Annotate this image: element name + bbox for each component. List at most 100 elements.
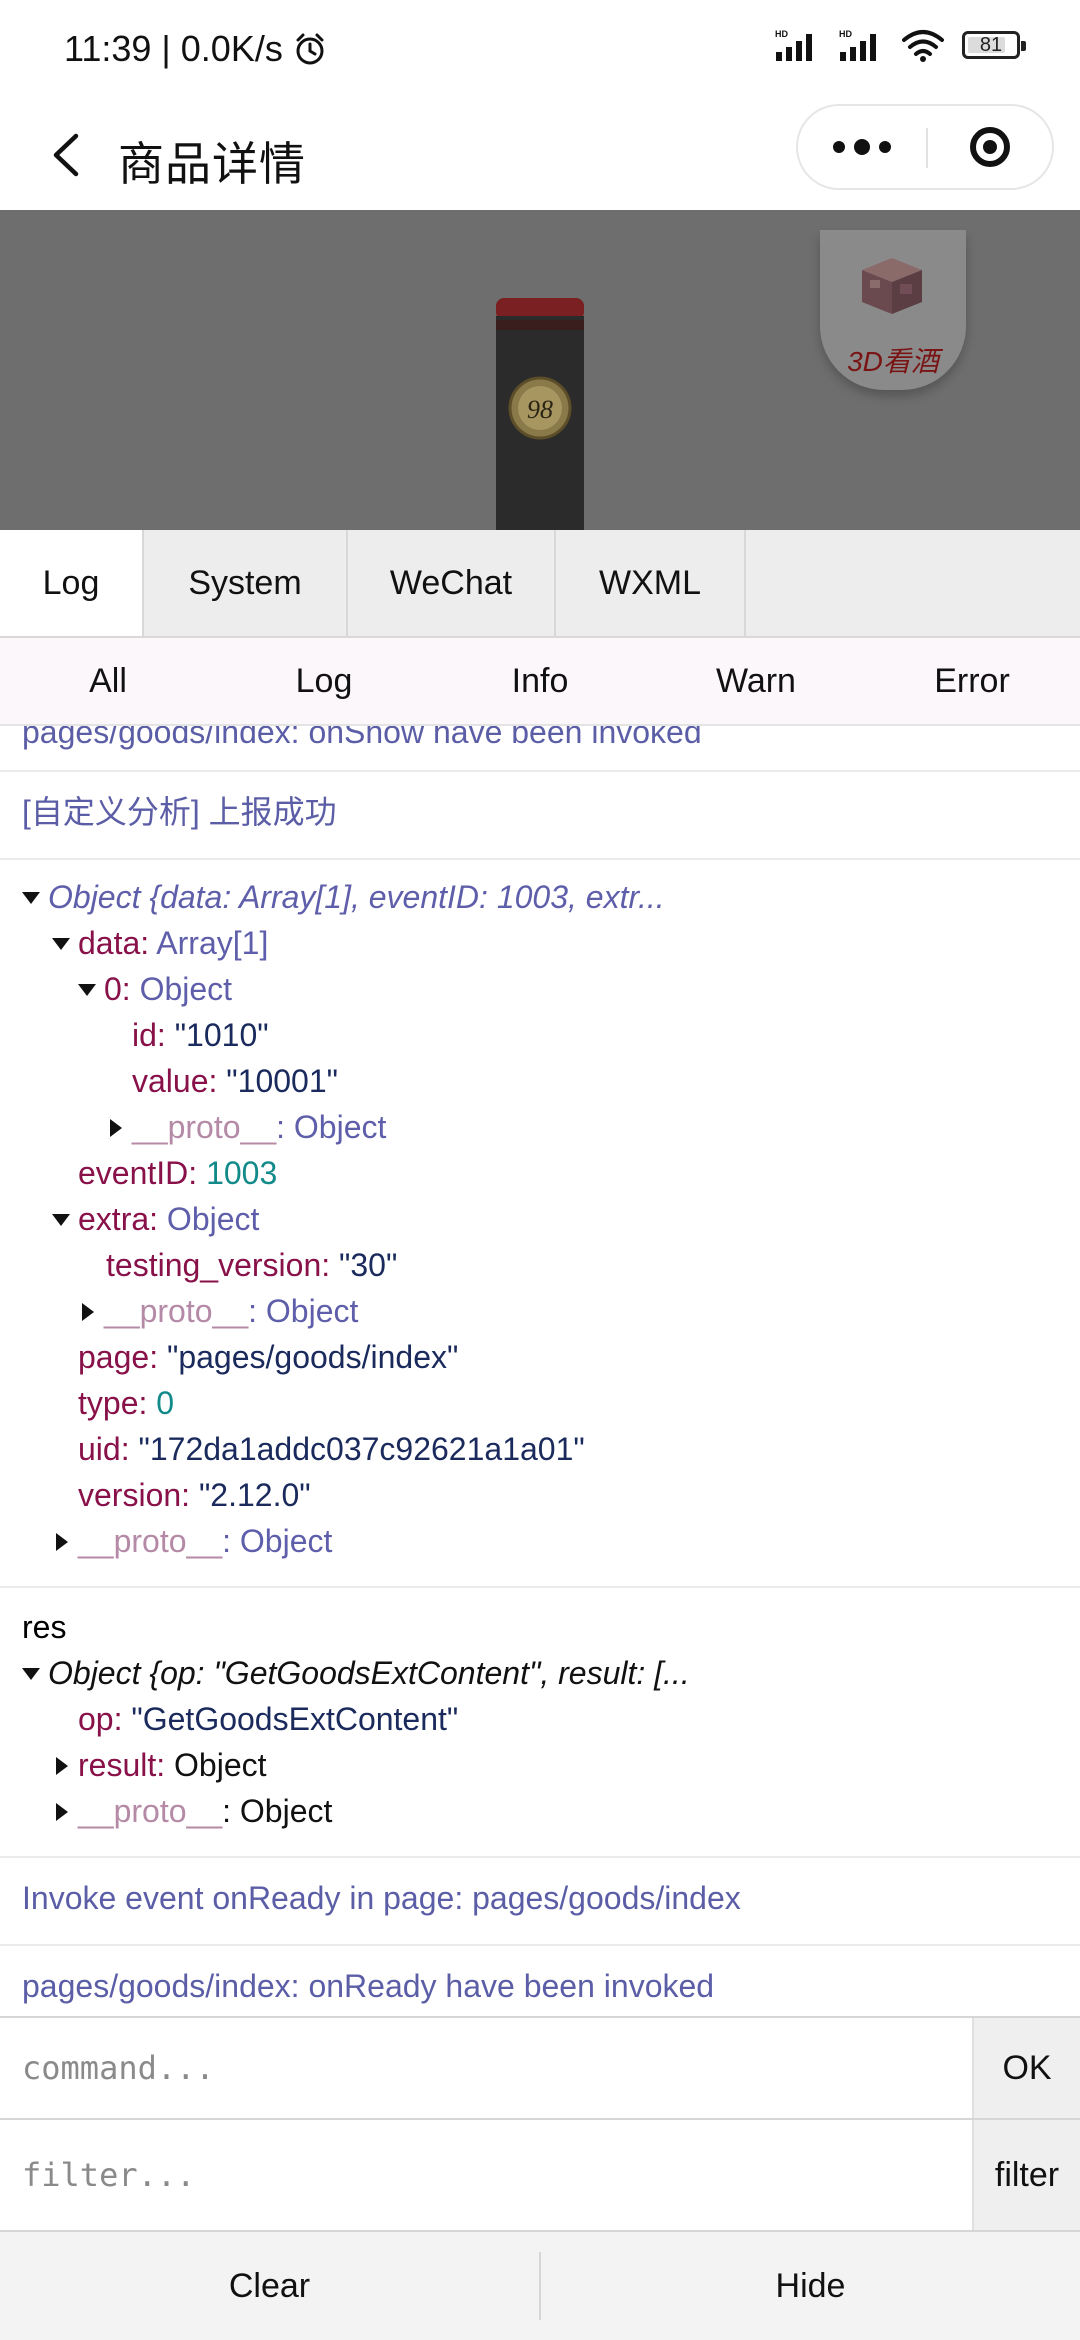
filter-input[interactable] bbox=[0, 2120, 972, 2230]
filter-info[interactable]: Info bbox=[432, 638, 648, 724]
filter-error[interactable]: Error bbox=[864, 638, 1080, 724]
back-button[interactable] bbox=[36, 122, 102, 188]
status-time: 11:39 bbox=[64, 28, 152, 69]
object-key: testing_version bbox=[106, 1247, 322, 1283]
battery-level: 81 bbox=[979, 33, 1003, 56]
colon: : bbox=[208, 1063, 227, 1099]
tab-wechat[interactable]: WeChat bbox=[348, 530, 556, 636]
log-entry: pages/goods/index: onShow have been invo… bbox=[0, 726, 1080, 772]
object-row-data[interactable]: data: Array[1] bbox=[22, 920, 1058, 966]
ok-button[interactable]: OK bbox=[972, 2018, 1080, 2118]
caret-down-icon bbox=[78, 983, 96, 996]
object-row-op: op: "GetGoodsExtContent" bbox=[22, 1696, 1058, 1742]
object-row-uid: uid: "172da1addc037c92621a1a01" bbox=[22, 1426, 1058, 1472]
object-value: 0 bbox=[156, 1385, 175, 1421]
log-entry-object: res Object {op: "GetGoodsExtContent", re… bbox=[0, 1588, 1080, 1858]
command-input[interactable] bbox=[0, 2018, 972, 2118]
object-value: "172da1addc037c92621a1a01" bbox=[138, 1431, 585, 1467]
caret-down-icon bbox=[22, 891, 40, 904]
object-row-version: version: "2.12.0" bbox=[22, 1472, 1058, 1518]
log-entry: pages/goods/index: onReady have been inv… bbox=[0, 1946, 1080, 2016]
tab-log[interactable]: Log bbox=[0, 530, 144, 636]
wine-bottle-image: 98 bbox=[496, 298, 584, 530]
object-row-proto[interactable]: __proto__: Object bbox=[22, 1518, 1058, 1564]
log-list[interactable]: pages/goods/index: onShow have been invo… bbox=[0, 726, 1080, 2016]
filter-row: filter bbox=[0, 2120, 1080, 2232]
object-key: result bbox=[78, 1747, 157, 1783]
status-icons: HD HD 81 bbox=[774, 28, 1026, 62]
hide-button[interactable]: Hide bbox=[541, 2232, 1080, 2340]
caret-down-icon bbox=[22, 1667, 40, 1680]
object-key: type bbox=[78, 1385, 139, 1421]
bottle-label: 98 bbox=[527, 395, 553, 424]
object-value: Object bbox=[293, 1109, 387, 1145]
colon: : bbox=[140, 925, 157, 961]
colon: : bbox=[113, 1701, 132, 1737]
object-summary-row[interactable]: Object {data: Array[1], eventID: 1003, e… bbox=[22, 874, 1058, 920]
object-row-result[interactable]: result: Object bbox=[22, 1742, 1058, 1788]
signal-icon: HD bbox=[775, 29, 812, 61]
log-entry: Invoke event onReady in page: pages/good… bbox=[0, 1858, 1080, 1946]
cube-icon bbox=[862, 258, 922, 314]
more-button[interactable] bbox=[798, 106, 926, 188]
object-value: Object bbox=[166, 1201, 260, 1237]
object-value: "pages/goods/index" bbox=[166, 1339, 459, 1375]
console-toolbar: Clear Hide bbox=[0, 2232, 1080, 2340]
object-key: page bbox=[78, 1339, 150, 1375]
object-key: version bbox=[78, 1477, 182, 1513]
filter-button[interactable]: filter bbox=[972, 2120, 1080, 2230]
filter-warn[interactable]: Warn bbox=[648, 638, 864, 724]
log-message: pages/goods/index: onShow have been invo… bbox=[22, 726, 702, 750]
signal-icon-2: HD bbox=[839, 29, 876, 61]
tab-wxml[interactable]: WXML bbox=[556, 530, 746, 636]
object-value: "30" bbox=[339, 1247, 398, 1283]
object-key: __proto__ bbox=[78, 1793, 223, 1829]
object-row-id: id: "1010" bbox=[22, 1012, 1058, 1058]
object-row-proto[interactable]: __proto__: Object bbox=[22, 1788, 1058, 1834]
caret-right-icon bbox=[110, 1118, 122, 1137]
object-row-0[interactable]: 0: Object bbox=[22, 966, 1058, 1012]
wifi-icon bbox=[902, 30, 944, 62]
colon: : bbox=[276, 1109, 294, 1145]
caret-right-icon bbox=[82, 1302, 94, 1321]
object-value: "1010" bbox=[174, 1017, 269, 1053]
console-tabs: Log System WeChat WXML bbox=[0, 530, 1080, 638]
colon: : bbox=[120, 1431, 139, 1467]
page-title: 商品详情 bbox=[118, 138, 306, 190]
object-row-proto[interactable]: __proto__: Object bbox=[22, 1288, 1058, 1334]
filter-log[interactable]: Log bbox=[216, 638, 432, 724]
colon: : bbox=[248, 1293, 266, 1329]
object-value: 1003 bbox=[206, 1155, 278, 1191]
network-speed: 0.0K/s bbox=[180, 28, 283, 69]
object-key: __proto__ bbox=[104, 1293, 249, 1329]
object-key: value bbox=[132, 1063, 209, 1099]
colon: : bbox=[149, 1201, 167, 1237]
clear-button[interactable]: Clear bbox=[0, 2232, 539, 2340]
log-message: Invoke event onReady in page: pages/good… bbox=[22, 1880, 741, 1916]
nav-bar: 商品详情 bbox=[0, 100, 1080, 210]
log-entry: [自定义分析] 上报成功 bbox=[0, 772, 1080, 860]
close-button[interactable] bbox=[928, 106, 1052, 188]
colon: : bbox=[149, 1339, 167, 1375]
log-entry-object: Object {data: Array[1], eventID: 1003, e… bbox=[0, 860, 1080, 1588]
object-key: __proto__ bbox=[78, 1523, 223, 1559]
object-value: Array[1] bbox=[156, 925, 269, 961]
object-summary: Object {data: Array[1], eventID: 1003, e… bbox=[48, 879, 665, 915]
object-row-extra[interactable]: extra: Object bbox=[22, 1196, 1058, 1242]
target-icon-dot bbox=[983, 140, 997, 154]
object-summary-row[interactable]: Object {op: "GetGoodsExtContent", result… bbox=[22, 1650, 1058, 1696]
filter-all[interactable]: All bbox=[0, 638, 216, 724]
log-message: pages/goods/index: onReady have been inv… bbox=[22, 1968, 715, 2004]
object-row-value: value: "10001" bbox=[22, 1058, 1058, 1104]
3d-view-button[interactable]: 3D看酒 bbox=[820, 230, 966, 390]
product-image[interactable]: 98 3D看酒 bbox=[0, 210, 1080, 530]
object-value: "2.12.0" bbox=[198, 1477, 311, 1513]
object-row-page: page: "pages/goods/index" bbox=[22, 1334, 1058, 1380]
object-key: __proto__ bbox=[132, 1109, 277, 1145]
object-value: Object bbox=[139, 971, 233, 1007]
object-key: uid bbox=[78, 1431, 121, 1467]
object-key: 0 bbox=[104, 971, 122, 1007]
object-row-proto[interactable]: __proto__: Object bbox=[22, 1104, 1058, 1150]
more-dot bbox=[854, 139, 870, 155]
tab-system[interactable]: System bbox=[144, 530, 348, 636]
